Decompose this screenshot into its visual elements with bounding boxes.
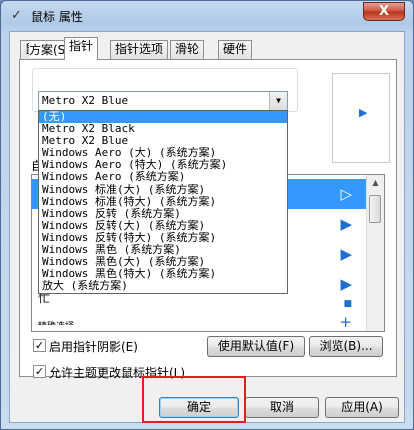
scheme-option[interactable]: 放大 (系统方案): [39, 280, 287, 292]
scheme-option[interactable]: Metro X2 Black: [39, 123, 287, 135]
scroll-up-icon[interactable]: ▲: [367, 175, 384, 191]
scheme-option[interactable]: Metro X2 Blue: [39, 135, 287, 147]
mouse-properties-window: ✓ 鼠标 属性 X 鼠标键 指针 指针选项 滑轮 硬件 方案(S) ▶ Metr…: [0, 0, 414, 430]
use-default-button[interactable]: 使用默认值(F): [207, 336, 305, 357]
shadow-checkbox[interactable]: ✓: [33, 339, 46, 352]
annotation-highlight-box: [142, 376, 246, 423]
scroll-thumb[interactable]: [369, 195, 381, 223]
mouse-icon: ✓: [11, 8, 22, 23]
cursor-preview: ▶: [332, 73, 390, 163]
scheme-option[interactable]: Windows 黑色 (系统方案): [39, 244, 287, 256]
crosshair-cursor-icon: +: [339, 313, 352, 331]
arrow-cursor-icon: ▷: [340, 185, 352, 203]
scheme-option[interactable]: Windows 黑色(大) (系统方案): [39, 256, 287, 268]
tab-hardware[interactable]: 硬件: [218, 40, 253, 59]
scheme-option[interactable]: Windows 标准(特大) (系统方案): [39, 196, 287, 208]
pointer-preview-icon: ▶: [359, 106, 368, 119]
cursor-list-scrollbar[interactable]: ▲: [366, 175, 384, 331]
themes-checkbox[interactable]: ✓: [33, 365, 46, 378]
tab-pointers[interactable]: 指针: [64, 37, 99, 60]
scheme-option[interactable]: Windows 反转(特大) (系统方案): [39, 232, 287, 244]
scheme-option[interactable]: (无): [39, 111, 287, 124]
cancel-button[interactable]: 取消: [245, 397, 319, 418]
scheme-selected-value: Metro X2 Blue: [42, 94, 129, 107]
tab-wheel[interactable]: 滑轮: [170, 40, 205, 59]
scheme-dropdown-list[interactable]: (无) Metro X2 Black Metro X2 Blue Windows…: [38, 110, 288, 294]
browse-button[interactable]: 浏览(B)...: [309, 336, 383, 357]
scheme-option[interactable]: Windows 标准(大) (系统方案): [39, 184, 287, 196]
scheme-option[interactable]: Windows Aero (系统方案): [39, 171, 287, 183]
shadow-checkbox-label: 启用指针阴影(E): [49, 340, 138, 354]
scheme-option[interactable]: Windows Aero (特大) (系统方案): [39, 159, 287, 171]
scheme-option[interactable]: Windows 反转 (系统方案): [39, 208, 287, 220]
scheme-option[interactable]: Windows Aero (大) (系统方案): [39, 147, 287, 159]
close-button[interactable]: X: [363, 2, 405, 21]
scheme-option[interactable]: Windows 反转(大) (系统方案): [39, 220, 287, 232]
title-bar[interactable]: ✓ 鼠标 属性 X: [1, 1, 413, 31]
scheme-option[interactable]: Windows 黑色(特大) (系统方案): [39, 268, 287, 280]
cursor-row-precision[interactable]: +: [32, 313, 366, 331]
busy-cursor-icon: ■: [343, 299, 352, 309]
window-title: 鼠标 属性: [31, 10, 83, 24]
chevron-down-icon[interactable]: ▼: [269, 92, 287, 110]
arrow-cursor-icon: ▶: [340, 275, 352, 293]
arrow-cursor-icon: ▶: [340, 215, 352, 233]
tab-pointer-options[interactable]: 指针选项: [110, 40, 169, 59]
arrow-cursor-icon: ▶: [340, 245, 352, 263]
scheme-combobox[interactable]: Metro X2 Blue ▼: [38, 91, 288, 111]
cursor-row-label-precision: 精确选择: [38, 319, 74, 325]
apply-button[interactable]: 应用(A): [325, 397, 399, 418]
